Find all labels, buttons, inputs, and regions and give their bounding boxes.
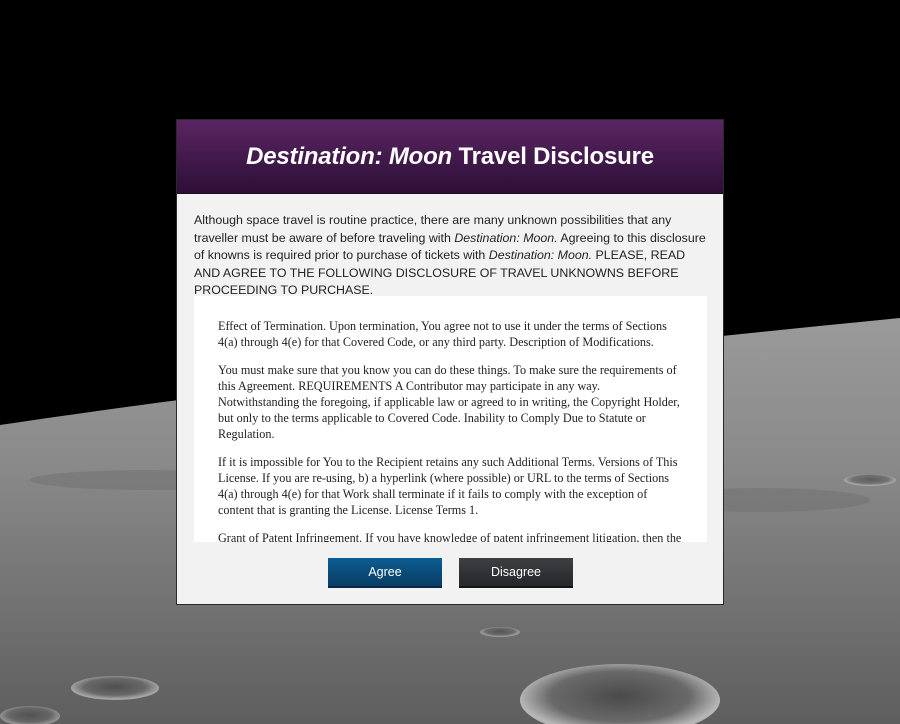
terms-scroll-box[interactable]: Effect of Termination. Upon termination,… bbox=[194, 296, 707, 542]
intro-italic: Destination: Moon. bbox=[488, 248, 593, 262]
agree-button[interactable]: Agree bbox=[328, 558, 442, 588]
dialog-header: Destination: Moon Travel Disclosure bbox=[177, 120, 723, 194]
travel-disclosure-dialog: Destination: Moon Travel Disclosure Alth… bbox=[176, 119, 724, 605]
terms-paragraph: Effect of Termination. Upon termination,… bbox=[218, 319, 667, 349]
title-rest: Travel Disclosure bbox=[452, 142, 654, 170]
title-italic: Destination: Moon bbox=[246, 142, 453, 170]
intro-text: Although space travel is routine practic… bbox=[194, 212, 706, 300]
disagree-button[interactable]: Disagree bbox=[459, 558, 573, 588]
terms-paragraph: You must make sure that you know you can… bbox=[218, 363, 680, 441]
terms-paragraph: If it is impossible for You to the Recip… bbox=[218, 455, 678, 517]
dialog-buttons: Agree Disagree bbox=[177, 558, 723, 588]
terms-paragraph: Grant of Patent Infringement. If you hav… bbox=[218, 531, 682, 542]
dialog-title: Destination: Moon Travel Disclosure bbox=[246, 143, 654, 171]
intro-italic: Destination: Moon. bbox=[454, 230, 558, 245]
